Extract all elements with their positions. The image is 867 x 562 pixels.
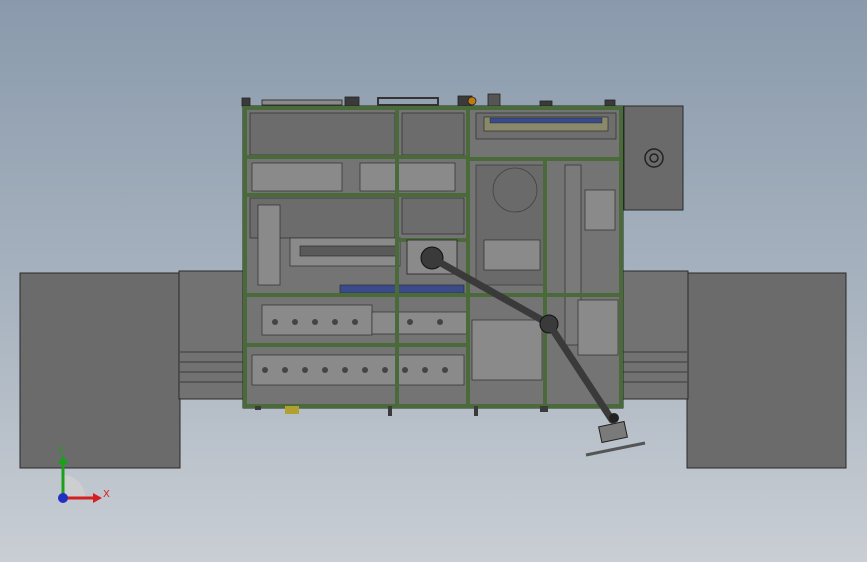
left-inner-block[interactable]	[178, 270, 246, 400]
x-axis-label: X	[103, 489, 110, 500]
arm-wrist-joint[interactable]	[609, 413, 619, 423]
left-outer-block[interactable]	[19, 272, 181, 469]
right-inner-block[interactable]	[621, 270, 689, 400]
cad-viewport[interactable]: Y X	[0, 0, 867, 562]
right-outer-block[interactable]	[686, 272, 847, 469]
z-axis-dot	[58, 493, 68, 503]
y-axis-label: Y	[57, 446, 65, 457]
gripper-head[interactable]	[598, 420, 628, 444]
model-view[interactable]: Y X	[0, 0, 867, 562]
top-fittings	[241, 93, 616, 107]
motor-box[interactable]	[623, 105, 684, 211]
gripper-plate	[585, 441, 646, 457]
